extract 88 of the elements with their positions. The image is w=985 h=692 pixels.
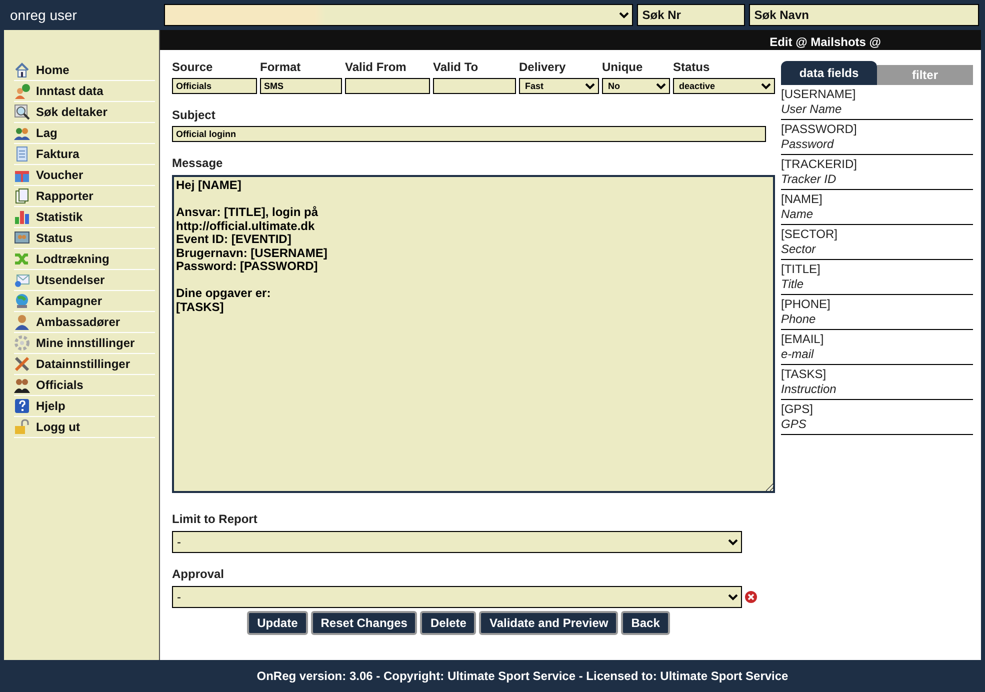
padlock-icon	[14, 419, 30, 435]
approval-select[interactable]: -	[172, 586, 742, 608]
user-name: onreg user	[9, 6, 78, 25]
field-code: [USERNAME]	[781, 87, 857, 102]
field-description: Sector	[781, 242, 817, 257]
field-code: [EMAIL]	[781, 332, 825, 347]
approval-label: Approval	[172, 566, 226, 583]
field-select[interactable]: deactive	[673, 78, 775, 94]
field-label: Format	[260, 59, 302, 76]
subject-label: Subject	[172, 107, 216, 124]
sidebar-item[interactable]: Utsendelser	[14, 270, 155, 291]
field-description: Instruction	[781, 382, 838, 397]
search-name-field[interactable]: Søk Navn	[749, 4, 979, 26]
tools-icon	[14, 356, 30, 372]
form-button[interactable]: Validate and Preview	[479, 611, 618, 635]
field-label: Valid To	[433, 59, 480, 76]
field-code: [GPS]	[781, 402, 814, 417]
field-input[interactable]	[345, 78, 430, 94]
field-label: Delivery	[519, 59, 567, 76]
field-label: Source	[172, 59, 214, 76]
field-description: Phone	[781, 312, 817, 327]
field-description: Password	[781, 137, 835, 152]
sidebar-item[interactable]: Mine innstillinger	[14, 333, 155, 354]
sidebar-item[interactable]: Home	[14, 60, 155, 81]
sidebar-item[interactable]: Voucher	[14, 165, 155, 186]
globe-icon	[14, 293, 30, 309]
envelope-icon	[14, 272, 30, 288]
field-select[interactable]: No	[602, 78, 670, 94]
field-code: [PHONE]	[781, 297, 832, 312]
field-label: Valid From	[345, 59, 408, 76]
field-input[interactable]	[433, 78, 516, 94]
people-icon	[14, 377, 30, 393]
limit-to-report-label: Limit to Report	[172, 511, 258, 528]
house-icon	[14, 62, 30, 78]
field-description: Title	[781, 277, 805, 292]
field-label: Status	[673, 59, 711, 76]
field-code: [TASKS]	[781, 367, 828, 382]
sidebar-item[interactable]: Inntast data	[14, 81, 155, 102]
monitor-icon	[14, 230, 30, 246]
field-description: Tracker ID	[781, 172, 838, 187]
people-icon	[14, 125, 30, 141]
field-input[interactable]: SMS	[260, 78, 342, 94]
field-code: [TRACKERID]	[781, 157, 858, 172]
field-select[interactable]: Fast	[519, 78, 599, 94]
field-code: [SECTOR]	[781, 227, 838, 242]
form-button[interactable]: Update	[247, 611, 308, 635]
sidebar-item[interactable]: Status	[14, 228, 155, 249]
sidebar-item[interactable]: Statistik	[14, 207, 155, 228]
field-code: [PASSWORD]	[781, 122, 858, 137]
sidebar-item[interactable]: Datainnstillinger	[14, 354, 155, 375]
form-button[interactable]: Delete	[420, 611, 476, 635]
subject-field[interactable]: Official loginn	[172, 126, 766, 142]
field-input[interactable]: Officials	[172, 78, 257, 94]
search-icon	[14, 104, 30, 120]
message-field[interactable]: Hej [NAME] Ansvar: [TITLE], login på http://official.ultimate.dk Event ID: [EVENTID] Brugernavn: [USERNAME] Password: [PASSWORD] Dine opgaver er: [TASKS]	[172, 175, 775, 493]
sidebar-item[interactable]: Søk deltaker	[14, 102, 155, 123]
footer-text: OnReg version: 3.06 - Copyright: Ultimate Sport Service - Licensed to: Ultimate Sport Service	[256, 668, 790, 685]
field-description: GPS	[781, 417, 808, 432]
field-description: e-mail	[781, 347, 815, 362]
bar-chart-icon	[14, 209, 30, 225]
sidebar-item[interactable]: Officials	[14, 375, 155, 396]
settings-icon	[14, 335, 30, 351]
field-code: [TITLE]	[781, 262, 822, 277]
sidebar-item[interactable]: Faktura	[14, 144, 155, 165]
sidebar-item[interactable]: Hjelp	[14, 396, 155, 417]
sidebar-item[interactable]: Logg ut	[14, 417, 155, 438]
sidebar-item[interactable]: Ambassadører	[14, 312, 155, 333]
field-label: Unique	[602, 59, 644, 76]
form-button[interactable]: Back	[621, 611, 670, 635]
help-icon	[14, 398, 30, 414]
event-select[interactable]	[164, 4, 634, 26]
document-icon	[14, 146, 30, 162]
sidebar-item[interactable]: Rapporter	[14, 186, 155, 207]
message-label: Message	[172, 155, 224, 172]
shuffle-icon	[14, 251, 30, 267]
field-description: Name	[781, 207, 814, 222]
sidebar-item[interactable]: Lodtrækning	[14, 249, 155, 270]
field-code: [NAME]	[781, 192, 824, 207]
panel-tab[interactable]: data fields	[781, 61, 877, 85]
limit-to-report-select[interactable]: -	[172, 531, 742, 553]
form-button[interactable]: Reset Changes	[310, 611, 418, 635]
field-description: User Name	[781, 102, 843, 117]
person-icon	[14, 314, 30, 330]
sidebar-item[interactable]: Lag	[14, 123, 155, 144]
documents-icon	[14, 188, 30, 204]
person-add-icon	[14, 83, 30, 99]
sidebar-item[interactable]: Kampagner	[14, 291, 155, 312]
search-number-field[interactable]: Søk Nr	[637, 4, 746, 26]
